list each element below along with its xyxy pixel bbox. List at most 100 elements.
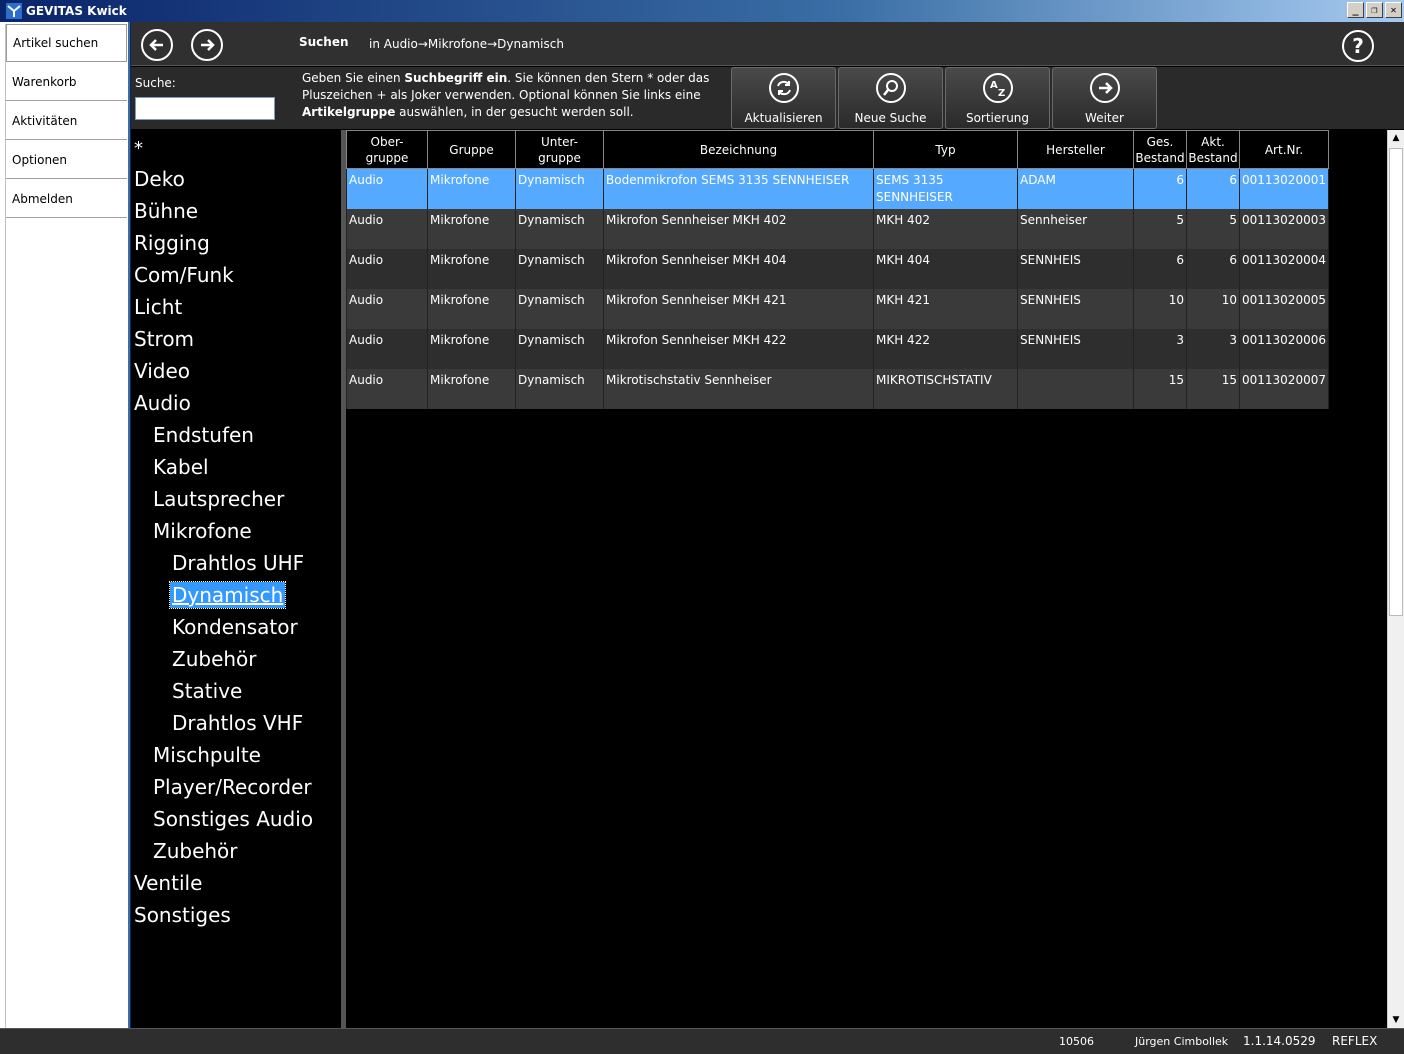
table-cell: 10 bbox=[1186, 288, 1240, 329]
tree-item[interactable]: Strom bbox=[134, 326, 194, 352]
tree-item[interactable]: Zubehör bbox=[153, 838, 238, 864]
search-bar: Suche: Geben Sie einen Suchbegriff ein. … bbox=[131, 67, 1404, 129]
tree-item[interactable]: Licht bbox=[134, 294, 182, 320]
table-cell: Mikrofon Sennheiser MKH 404 bbox=[603, 248, 874, 289]
table-cell: Dynamisch bbox=[515, 168, 604, 209]
top-bar: Suchen in Audio→Mikrofone→Dynamisch ? bbox=[131, 22, 1404, 66]
tree-item[interactable]: Kabel bbox=[153, 454, 209, 480]
left-navigation: Artikel suchen Warenkorb Aktivitäten Opt… bbox=[0, 22, 130, 1030]
status-bar: 10506 Jürgen Cimbollek 1.1.14.0529 REFLE… bbox=[0, 1028, 1404, 1054]
tree-item[interactable]: Sonstiges bbox=[134, 902, 231, 928]
table-cell: Sennheiser bbox=[1017, 208, 1134, 249]
scroll-up-icon[interactable]: ▲ bbox=[1388, 130, 1404, 146]
table-cell: 00113020004 bbox=[1239, 248, 1329, 289]
table-cell: Audio bbox=[346, 248, 428, 289]
table-cell: 3 bbox=[1133, 328, 1187, 369]
table-cell: MKH 404 bbox=[873, 248, 1018, 289]
tree-item[interactable]: Mischpulte bbox=[153, 742, 261, 768]
column-header[interactable]: Ges. Bestand bbox=[1133, 130, 1187, 169]
refresh-button[interactable]: Aktualisieren bbox=[731, 67, 836, 129]
table-row[interactable]: Audio Mikrofone Dynamisch Bodenmikrofon SEM… bbox=[346, 168, 1329, 209]
tree-item[interactable]: Zubehör bbox=[172, 646, 257, 672]
table-row[interactable]: Audio Mikrofone Dynamisch Mikrofon Sennheis… bbox=[346, 288, 1329, 329]
tree-item[interactable]: Bühne bbox=[134, 198, 198, 224]
help-button[interactable]: ? bbox=[1342, 30, 1374, 62]
tree-item[interactable]: Deko bbox=[134, 166, 185, 192]
column-header[interactable]: Ober- gruppe bbox=[346, 130, 428, 169]
tree-item[interactable]: Lautsprecher bbox=[153, 486, 284, 512]
tree-item[interactable]: Ventile bbox=[134, 870, 202, 896]
scroll-down-icon[interactable]: ▼ bbox=[1388, 1012, 1404, 1028]
tree-item-all[interactable]: * bbox=[134, 138, 143, 159]
minimize-button[interactable]: _ bbox=[1347, 2, 1364, 18]
tree-item[interactable]: Video bbox=[134, 358, 190, 384]
arrow-left-icon bbox=[149, 39, 163, 51]
search-hint: Geben Sie einen Suchbegriff ein. Sie kön… bbox=[302, 71, 710, 119]
column-header[interactable]: Bezeichnung bbox=[603, 130, 874, 169]
svg-text:Z: Z bbox=[998, 88, 1005, 99]
column-header[interactable]: Gruppe bbox=[427, 130, 516, 169]
tree-item[interactable]: Stative bbox=[172, 678, 242, 704]
new-search-button[interactable]: Neue Suche bbox=[838, 67, 943, 129]
tree-item[interactable]: Player/Recorder bbox=[153, 774, 312, 800]
back-button[interactable] bbox=[141, 29, 173, 61]
tree-item[interactable]: Com/Funk bbox=[134, 262, 234, 288]
tree-item[interactable]: Sonstiges Audio bbox=[153, 806, 313, 832]
table-cell: Dynamisch bbox=[515, 328, 604, 369]
title-bar: GEVITAS Kwick _ ❐ ✕ bbox=[0, 0, 1404, 22]
tree-item[interactable]: Kondensator bbox=[172, 614, 298, 640]
sort-button[interactable]: AZ Sortierung bbox=[945, 67, 1050, 129]
page-title: Suchen bbox=[299, 35, 349, 49]
column-header[interactable]: Akt. Bestand bbox=[1186, 130, 1240, 169]
status-user: Jürgen Cimbollek bbox=[1135, 1035, 1229, 1048]
forward-button[interactable] bbox=[191, 29, 223, 61]
table-cell: MKH 402 bbox=[873, 208, 1018, 249]
tree-item[interactable]: Rigging bbox=[134, 230, 210, 256]
table-cell: MIKROTISCHSTATIV bbox=[873, 368, 1018, 409]
nav-warenkorb[interactable]: Warenkorb bbox=[6, 63, 127, 101]
table-cell: Dynamisch bbox=[515, 248, 604, 289]
svg-text:A: A bbox=[990, 80, 998, 91]
tree-item[interactable]: Mikrofone bbox=[153, 518, 252, 544]
column-header[interactable]: Art.Nr. bbox=[1239, 130, 1329, 169]
sort-az-icon: AZ bbox=[982, 73, 1013, 103]
table-row[interactable]: Audio Mikrofone Dynamisch Mikrotischstativ … bbox=[346, 368, 1329, 409]
window-title: GEVITAS Kwick bbox=[26, 4, 127, 18]
table-cell: 00113020001 bbox=[1239, 168, 1329, 209]
article-table: Ober- gruppe Gruppe Unter- gruppe Bezeichnu… bbox=[346, 130, 1329, 409]
arrow-right-icon bbox=[201, 39, 215, 51]
table-cell: Mikrofon Sennheiser MKH 422 bbox=[603, 328, 874, 369]
tree-item[interactable]: Drahtlos UHF bbox=[172, 550, 304, 576]
tree-item[interactable]: Audio bbox=[134, 390, 191, 416]
table-cell: 6 bbox=[1186, 168, 1240, 209]
table-row[interactable]: Audio Mikrofone Dynamisch Mikrofon Sennheis… bbox=[346, 248, 1329, 289]
status-code: 10506 bbox=[1059, 1035, 1094, 1048]
column-header[interactable]: Hersteller bbox=[1017, 130, 1134, 169]
tree-item[interactable]: Endstufen bbox=[153, 422, 254, 448]
nav-aktivitaeten[interactable]: Aktivitäten bbox=[6, 102, 127, 140]
column-header[interactable]: Typ bbox=[873, 130, 1018, 169]
table-cell: SENNHEIS bbox=[1017, 288, 1134, 329]
column-header[interactable]: Unter- gruppe bbox=[515, 130, 604, 169]
table-cell: Mikrofon Sennheiser MKH 421 bbox=[603, 288, 874, 329]
scroll-thumb[interactable] bbox=[1389, 148, 1403, 616]
table-row[interactable]: Audio Mikrofone Dynamisch Mikrofon Sennheis… bbox=[346, 328, 1329, 369]
table-cell: Mikrofone bbox=[427, 248, 516, 289]
next-button[interactable]: Weiter bbox=[1052, 67, 1157, 129]
table-cell: Audio bbox=[346, 208, 428, 249]
status-db: REFLEX bbox=[1332, 1034, 1378, 1048]
table-row[interactable]: Audio Mikrofone Dynamisch Mikrofon Sennheis… bbox=[346, 208, 1329, 249]
tree-item[interactable]: Drahtlos VHF bbox=[172, 710, 303, 736]
table-cell: Dynamisch bbox=[515, 368, 604, 409]
restore-button[interactable]: ❐ bbox=[1366, 2, 1383, 18]
search-input[interactable] bbox=[135, 97, 275, 120]
nav-abmelden[interactable]: Abmelden bbox=[6, 180, 127, 218]
nav-optionen[interactable]: Optionen bbox=[6, 141, 127, 179]
close-button[interactable]: ✕ bbox=[1385, 2, 1402, 18]
table-cell: Mikrotischstativ Sennheiser bbox=[603, 368, 874, 409]
table-cell: MKH 422 bbox=[873, 328, 1018, 369]
vertical-scrollbar[interactable]: ▲ ▼ bbox=[1387, 130, 1404, 1028]
tree-item[interactable]: Dynamisch bbox=[168, 581, 287, 609]
nav-artikel-suchen[interactable]: Artikel suchen bbox=[6, 24, 127, 62]
magnifier-icon bbox=[875, 73, 906, 103]
